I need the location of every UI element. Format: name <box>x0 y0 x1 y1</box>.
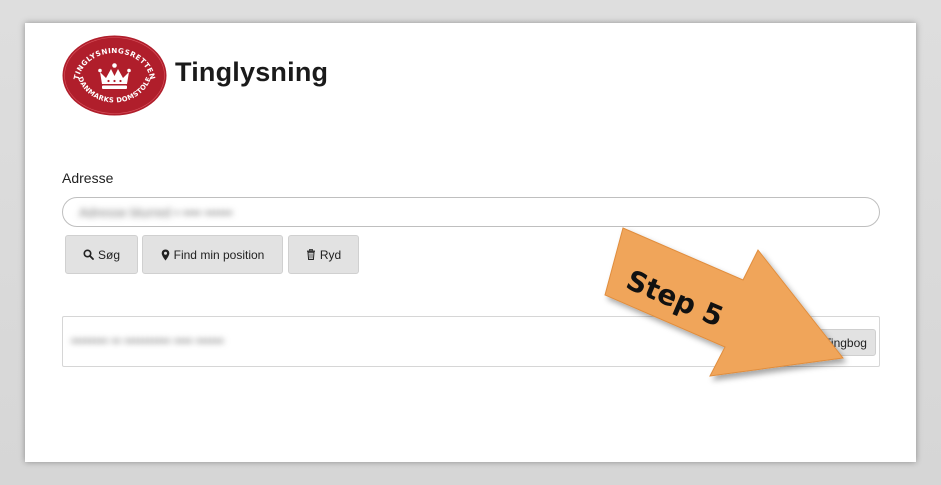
step-annotation-arrow: Step 5 <box>604 227 844 377</box>
trash-icon <box>306 249 316 260</box>
clear-button[interactable]: Ryd <box>288 235 359 274</box>
app-title: Tinglysning <box>175 57 329 87</box>
tinglysningsretten-seal-logo: TINGLYSNINGSRETTEN DANMARKS DOMSTOLE <box>62 35 167 116</box>
address-input-value: Adresse blurred ▪ ▪▪▪▪ ▪▪▪▪▪▪ <box>79 205 233 220</box>
search-button[interactable]: Søg <box>65 235 138 274</box>
clear-button-label: Ryd <box>319 247 342 262</box>
page: TINGLYSNINGSRETTEN DANMARKS DOMSTOLE Tin… <box>25 23 916 462</box>
search-button-label: Søg <box>97 247 120 262</box>
address-label: Adresse <box>62 170 114 186</box>
search-icon <box>83 249 94 260</box>
map-marker-icon <box>161 249 170 261</box>
find-my-position-button[interactable]: Find min position <box>142 235 283 274</box>
find-my-position-button-label: Find min position <box>173 247 265 262</box>
search-result-address: ▪▪▪▪▪▪▪▪ ▪▪ ▪▪▪▪▪▪▪▪▪▪ ▪▪▪▪ ▪▪▪▪▪▪ <box>71 333 224 348</box>
